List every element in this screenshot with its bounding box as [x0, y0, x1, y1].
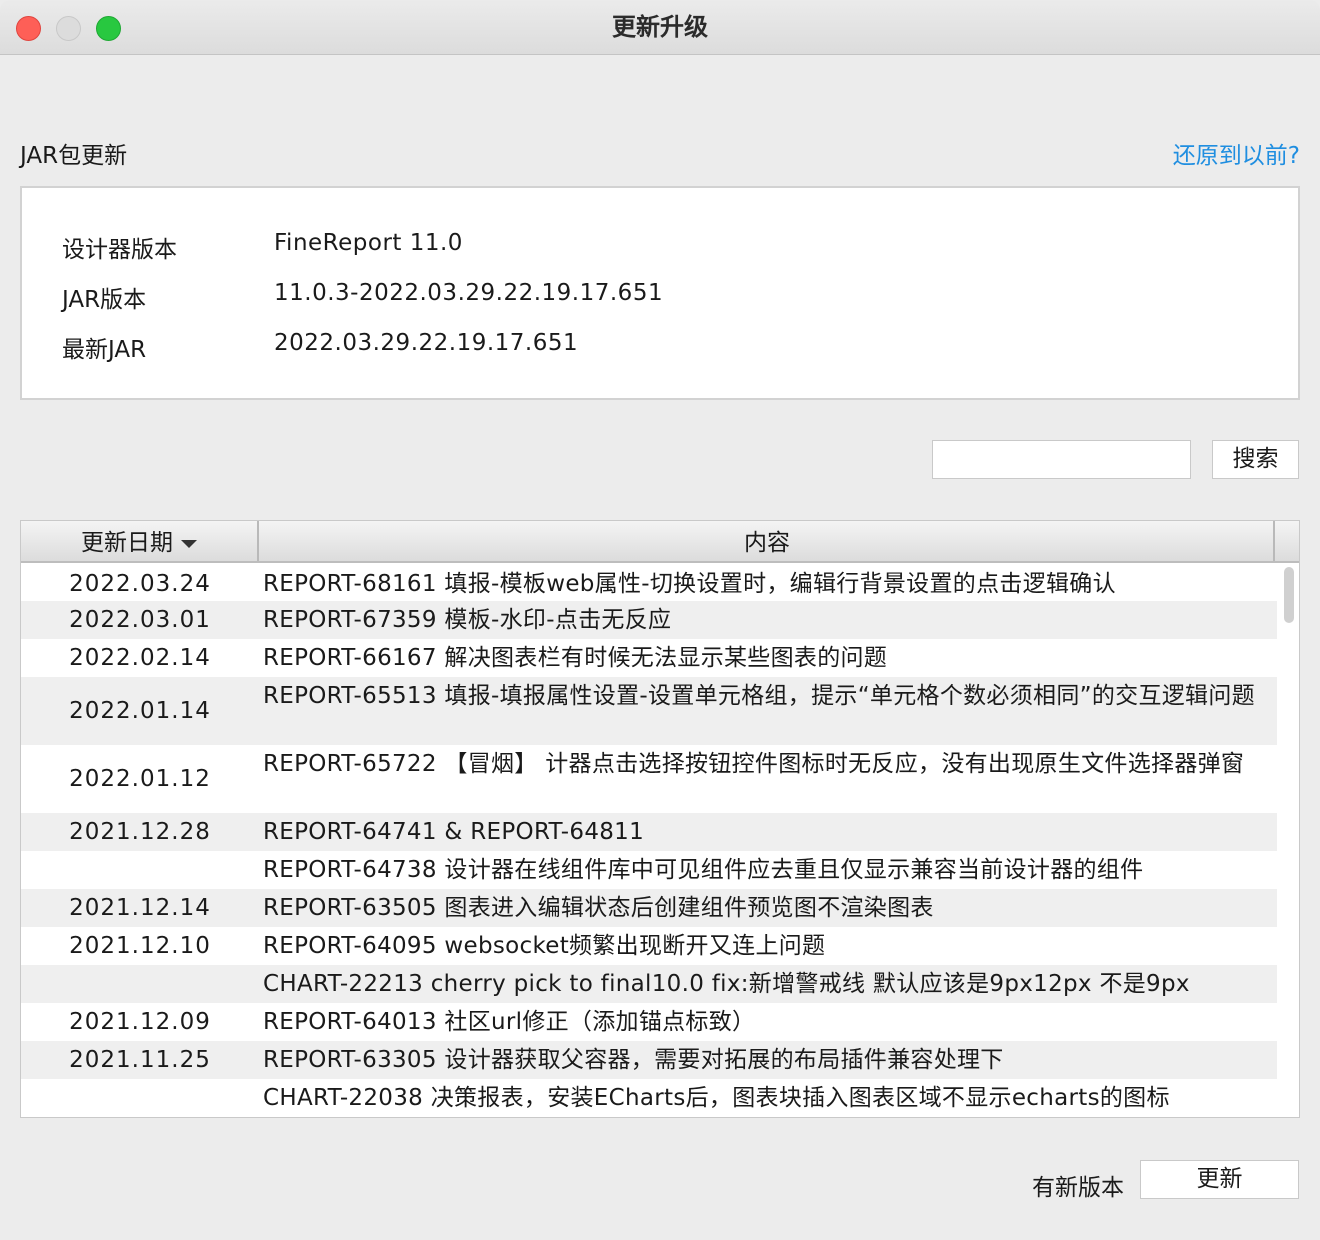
- info-value: FineReport 11.0: [274, 230, 463, 256]
- table-row[interactable]: 2022.03.24 REPORT-68161 填报-模板web属性-切换设置时…: [21, 567, 1277, 601]
- row-content: REPORT-64738 设计器在线组件库中可见组件应去重且仅显示兼容当前设计器…: [263, 857, 1144, 883]
- row-date: 2022.01.14: [69, 698, 211, 724]
- table-row[interactable]: CHART-22038 决策报表，安装ECharts后，图表块插入图表区域不显示…: [21, 1079, 1277, 1117]
- window-title: 更新升级: [612, 13, 708, 41]
- table-row[interactable]: 2022.02.14 REPORT-66167 解决图表栏有时候无法显示某些图表…: [21, 639, 1277, 677]
- row-content: REPORT-66167 解决图表栏有时候无法显示某些图表的问题: [263, 645, 888, 671]
- table-row[interactable]: 2022.01.14 REPORT-65513 填报-填报属性设置-设置单元格组…: [21, 677, 1277, 745]
- row-date: 2021.12.10: [69, 933, 211, 959]
- row-date: 2022.03.24: [69, 571, 211, 597]
- row-content: REPORT-65513 填报-填报属性设置-设置单元格组，提示“单元格个数必须…: [263, 683, 1255, 709]
- title-bar: 更新升级: [0, 0, 1320, 55]
- info-value: 11.0.3-2022.03.29.22.19.17.651: [274, 280, 664, 306]
- row-content: REPORT-64741 & REPORT-64811: [263, 819, 645, 845]
- row-content: REPORT-65722 【冒烟】 计器点击选择按钮控件图标时无反应，没有出现原…: [263, 751, 1245, 777]
- column-header-content[interactable]: 内容: [261, 521, 1275, 561]
- search-input[interactable]: [932, 440, 1191, 479]
- sort-descending-icon: [181, 539, 197, 548]
- restore-link[interactable]: 还原到以前?: [1173, 136, 1300, 170]
- row-content: REPORT-64013 社区url修正（添加锚点标致）: [263, 1009, 756, 1035]
- row-content: CHART-22213 cherry pick to final10.0 fix…: [263, 971, 1190, 997]
- table-row[interactable]: 2022.01.12 REPORT-65722 【冒烟】 计器点击选择按钮控件图…: [21, 745, 1277, 813]
- column-header-label: 内容: [744, 530, 790, 556]
- info-value: 2022.03.29.22.19.17.651: [274, 330, 579, 356]
- row-date: 2022.02.14: [69, 645, 211, 671]
- row-content: REPORT-63305 设计器获取父容器，需要对拓展的布局插件兼容处理下: [263, 1047, 1004, 1073]
- vertical-scrollbar[interactable]: [1277, 563, 1299, 1117]
- column-header-date[interactable]: 更新日期: [21, 521, 259, 561]
- column-header-label: 更新日期: [81, 530, 173, 556]
- row-date: 2021.11.25: [69, 1047, 211, 1073]
- row-date: 2021.12.14: [69, 895, 211, 921]
- update-window: 更新升级 JAR包更新 还原到以前? 设计器版本 FineReport 11.0…: [0, 0, 1320, 1240]
- table-row[interactable]: 2021.12.14 REPORT-63505 图表进入编辑状态后创建组件预览图…: [21, 889, 1277, 927]
- table-row[interactable]: 2021.12.10 REPORT-64095 websocket频繁出现断开又…: [21, 927, 1277, 965]
- table-header: 更新日期 内容: [21, 521, 1299, 563]
- table-row[interactable]: 2021.12.09 REPORT-64013 社区url修正（添加锚点标致）: [21, 1003, 1277, 1041]
- row-date: 2021.12.09: [69, 1009, 211, 1035]
- row-content: CHART-22038 决策报表，安装ECharts后，图表块插入图表区域不显示…: [263, 1085, 1170, 1111]
- row-date: 2022.03.01: [69, 607, 211, 633]
- info-key: 最新JAR: [62, 337, 147, 363]
- table-row[interactable]: REPORT-64738 设计器在线组件库中可见组件应去重且仅显示兼容当前设计器…: [21, 851, 1277, 889]
- row-content: REPORT-67359 模板-水印-点击无反应: [263, 607, 672, 633]
- row-content: REPORT-68161 填报-模板web属性-切换设置时，编辑行背景设置的点击…: [263, 571, 1116, 597]
- search-button[interactable]: 搜索: [1212, 440, 1299, 479]
- section-label: JAR包更新: [20, 143, 128, 169]
- row-content: REPORT-63505 图表进入编辑状态后创建组件预览图不渲染图表: [263, 895, 934, 921]
- info-key: JAR版本: [62, 287, 147, 313]
- row-date: 2022.01.12: [69, 766, 211, 792]
- table-row[interactable]: 2021.12.28 REPORT-64741 & REPORT-64811: [21, 813, 1277, 851]
- table-row[interactable]: CHART-22213 cherry pick to final10.0 fix…: [21, 965, 1277, 1003]
- version-info-panel: 设计器版本 FineReport 11.0 JAR版本 11.0.3-2022.…: [20, 186, 1300, 400]
- update-status-text: 有新版本: [1032, 1175, 1124, 1201]
- row-date: 2021.12.28: [69, 819, 211, 845]
- row-content: REPORT-64095 websocket频繁出现断开又连上问题: [263, 933, 826, 959]
- info-key: 设计器版本: [62, 237, 177, 263]
- table-row[interactable]: 2021.11.25 REPORT-63305 设计器获取父容器，需要对拓展的布…: [21, 1041, 1277, 1079]
- table-row[interactable]: 2022.03.01 REPORT-67359 模板-水印-点击无反应: [21, 601, 1277, 639]
- scrollbar-thumb[interactable]: [1284, 567, 1294, 623]
- changelog-table: 更新日期 内容 2022.03.24 REPORT-68161 填报-模板web…: [20, 520, 1300, 1118]
- update-button[interactable]: 更新: [1140, 1160, 1299, 1199]
